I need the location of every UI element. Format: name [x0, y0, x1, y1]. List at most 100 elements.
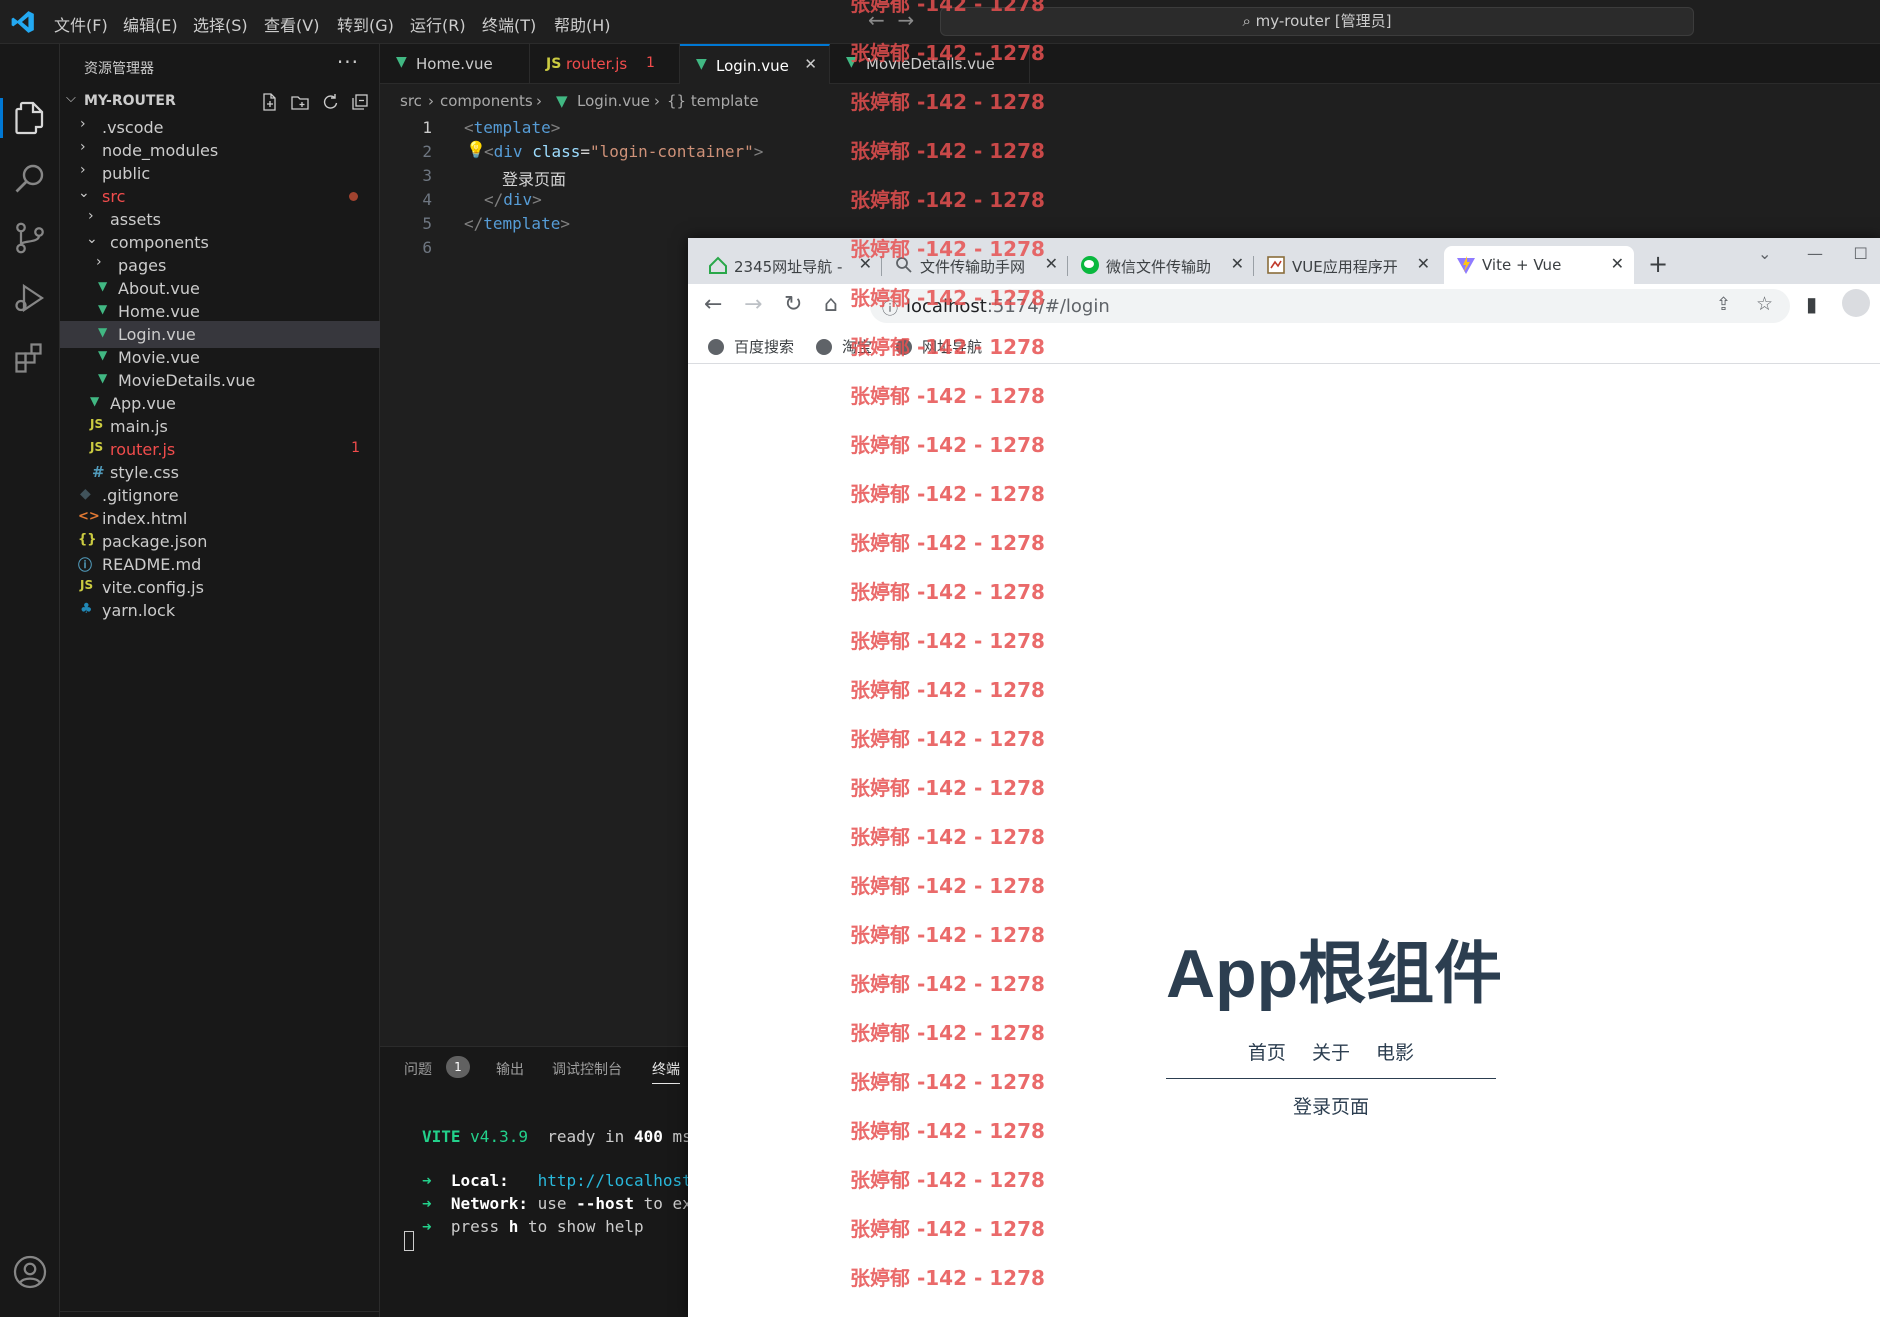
source-control-icon[interactable] — [12, 220, 48, 256]
terminal-token: 400 — [633, 1127, 663, 1146]
nav-link-home[interactable]: 首页 — [1248, 1042, 1286, 1064]
json-file-icon: {} — [78, 532, 97, 547]
bookmark-item[interactable]: 百度搜索 — [708, 336, 794, 357]
tab-home-vue[interactable]: ▼ Home.vue — [380, 44, 530, 84]
panel-tab-terminal[interactable]: 终端 — [652, 1059, 680, 1084]
menu-selection[interactable]: 选择(S) — [193, 12, 248, 36]
lightbulb-icon[interactable]: 💡 — [466, 140, 486, 159]
nav-link-about[interactable]: 关于 — [1312, 1042, 1350, 1064]
maximize-icon[interactable]: ☐ — [1854, 244, 1868, 263]
tree-item-label: Movie.vue — [118, 348, 200, 367]
close-icon[interactable]: ✕ — [1231, 254, 1244, 273]
account-icon[interactable] — [12, 1254, 48, 1290]
code-line: </template> — [464, 214, 570, 233]
history-nav: ← → — [868, 8, 914, 32]
search-icon[interactable] — [12, 160, 48, 196]
close-icon[interactable]: ✕ — [804, 55, 817, 73]
minimize-icon[interactable]: — — [1807, 244, 1823, 263]
menu-file[interactable]: 文件(F) — [54, 12, 108, 36]
menu-edit[interactable]: 编辑(E) — [123, 12, 178, 36]
refresh-icon[interactable] — [320, 92, 340, 112]
new-tab-icon[interactable]: + — [1648, 250, 1668, 278]
activity-bar — [0, 44, 60, 1317]
profile-avatar[interactable] — [1842, 289, 1870, 317]
side-panel-icon[interactable]: ▮ — [1806, 292, 1817, 316]
code-token: 登录页面 — [502, 170, 567, 189]
tab-login-vue[interactable]: ▼ Login.vue ✕ — [680, 44, 830, 84]
vue-file-icon: ▼ — [98, 325, 108, 339]
explorer-icon[interactable] — [12, 100, 48, 136]
back-arrow-icon[interactable]: ← — [704, 292, 722, 317]
site-info-icon[interactable]: ⓘ — [882, 295, 898, 319]
terminal-line: ➜ press h to show help — [422, 1217, 644, 1236]
close-icon[interactable]: ✕ — [1417, 254, 1430, 273]
menu-run[interactable]: 运行(R) — [410, 12, 466, 36]
tab-label: Login.vue — [716, 57, 789, 75]
url-host: localhost — [906, 296, 987, 317]
collapse-all-icon[interactable] — [350, 92, 370, 112]
nav-link-movie[interactable]: 电影 — [1376, 1042, 1414, 1064]
line-number: 4 — [422, 190, 432, 209]
bookmarks-bar: 百度搜索 淘宝 网址导航 — [688, 328, 1880, 364]
breadcrumb-item[interactable]: src — [400, 92, 422, 110]
browser-tab-active[interactable]: Vite + Vue ✕ — [1444, 246, 1634, 284]
browser-tab[interactable]: 微信文件传输助 ✕ — [1068, 246, 1254, 284]
reload-icon[interactable]: ↻ — [784, 292, 802, 317]
back-arrow-icon[interactable]: ← — [868, 8, 885, 32]
run-debug-icon[interactable] — [12, 280, 48, 316]
problem-dot-icon — [349, 192, 358, 201]
terminal-token: ➜ — [422, 1171, 432, 1190]
tab-label: Home.vue — [416, 55, 493, 73]
breadcrumb-item[interactable]: {} template — [667, 92, 759, 110]
code-token: div — [503, 190, 533, 209]
tree-item-yarn-lock[interactable]: ♣ yarn.lock — [60, 597, 380, 624]
line-number: 5 — [422, 214, 432, 233]
bookmark-star-icon[interactable]: ☆ — [1756, 293, 1773, 315]
panel-tab-output[interactable]: 输出 — [496, 1059, 524, 1079]
panel-tab-debug-console[interactable]: 调试控制台 — [552, 1059, 622, 1079]
menu-terminal[interactable]: 终端(T) — [482, 12, 536, 36]
home-icon[interactable]: ⌂ — [824, 292, 838, 317]
globe-icon — [896, 339, 912, 355]
line-number: 3 — [422, 166, 432, 185]
address-bar[interactable]: ⓘ localhost:5174/#/login ⇪ ☆ — [870, 289, 1790, 323]
breadcrumb-item[interactable]: Login.vue — [577, 92, 650, 110]
new-file-icon[interactable] — [260, 92, 280, 112]
vite-favicon-icon — [1457, 256, 1475, 274]
tree-item-label: pages — [118, 256, 167, 275]
folder-header[interactable]: ⌵ MY-ROUTER — [60, 90, 380, 114]
breadcrumb-item[interactable]: components — [440, 92, 533, 110]
terminal-token: ready in — [547, 1127, 625, 1146]
panel-tab-problems[interactable]: 问题 — [404, 1059, 432, 1079]
browser-tab[interactable]: 文件传输助手网 ✕ — [882, 246, 1068, 284]
terminal-link[interactable]: http://localhost:5 — [538, 1171, 711, 1190]
close-icon[interactable]: ✕ — [859, 254, 872, 273]
tab-router-js[interactable]: JS router.js 1 — [530, 44, 680, 84]
browser-tab[interactable]: 2345网址导航 - ✕ — [696, 246, 882, 284]
code-line: </div> — [484, 190, 542, 209]
close-icon[interactable]: ✕ — [1045, 254, 1058, 273]
terminal-line: VITE v4.3.9 ready in 400 ms — [422, 1127, 692, 1146]
close-icon[interactable]: ✕ — [1611, 254, 1624, 273]
problems-badge: 1 — [446, 1056, 470, 1078]
extensions-icon[interactable] — [12, 340, 48, 376]
tab-moviedetails-vue[interactable]: ▼ MovieDetails.vue — [830, 44, 1030, 84]
tree-item-label: MovieDetails.vue — [118, 371, 256, 390]
menu-go[interactable]: 转到(G) — [337, 12, 394, 36]
share-icon[interactable]: ⇪ — [1716, 294, 1731, 315]
menu-help[interactable]: 帮助(H) — [554, 12, 611, 36]
forward-arrow-icon[interactable]: → — [744, 292, 762, 317]
forward-arrow-icon[interactable]: → — [897, 8, 914, 32]
browser-tabstrip: 2345网址导航 - ✕ 文件传输助手网 ✕ 微信文件传输助 ✕ VUE应用程序… — [688, 238, 1880, 284]
command-center[interactable]: ⌕ my-router [管理员] — [940, 7, 1694, 36]
menu-view[interactable]: 查看(V) — [264, 12, 319, 36]
tab-search-icon[interactable]: ⌄ — [1758, 244, 1771, 263]
js-file-icon: JS — [90, 417, 104, 431]
bookmark-item[interactable]: 网址导航 — [896, 336, 982, 357]
more-actions-icon[interactable]: ··· — [337, 50, 359, 74]
line-number: 2 — [422, 142, 432, 161]
bookmark-item[interactable]: 淘宝 — [816, 336, 872, 357]
new-folder-icon[interactable] — [290, 92, 310, 112]
browser-tab[interactable]: VUE应用程序开 ✕ — [1254, 246, 1440, 284]
js-file-icon: JS — [546, 56, 562, 72]
